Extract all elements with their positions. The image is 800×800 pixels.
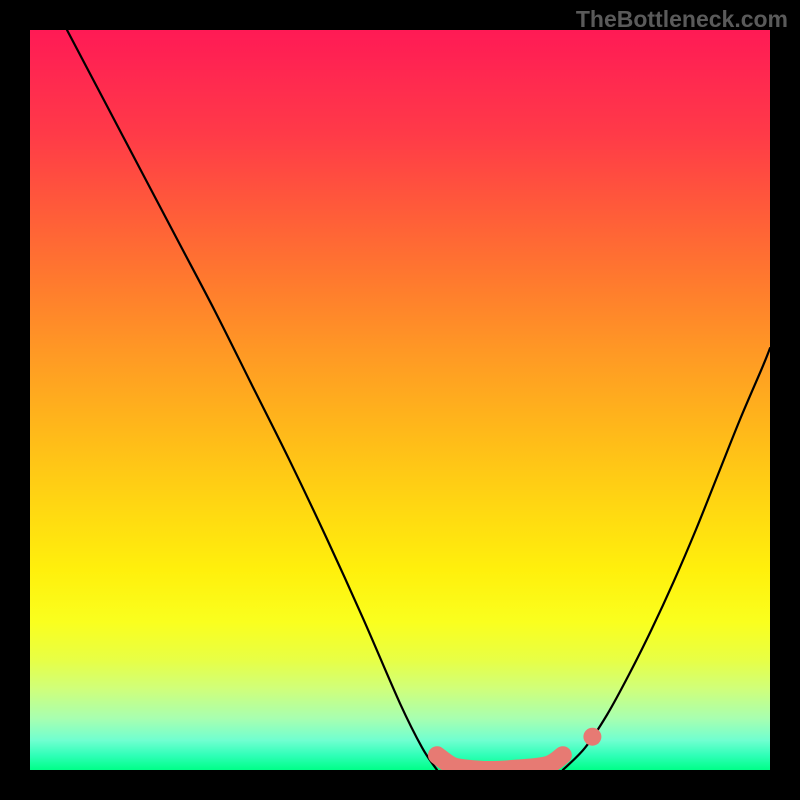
curve-svg [30,30,770,770]
chart-container: TheBottleneck.com [0,0,800,800]
valley-band [437,755,563,770]
watermark-text: TheBottleneck.com [576,6,788,33]
plot-area [30,30,770,770]
right-curve [563,348,770,770]
valley-marker-dot [583,728,601,746]
left-curve [67,30,437,770]
